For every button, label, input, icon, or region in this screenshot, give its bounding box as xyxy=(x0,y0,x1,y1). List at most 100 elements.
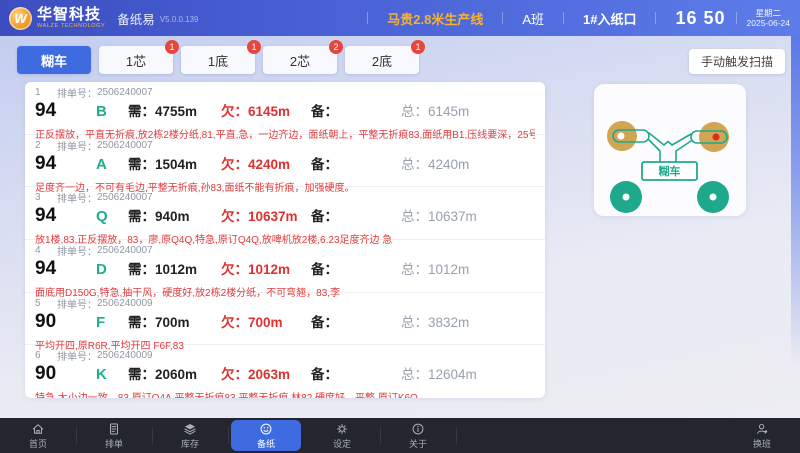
need-value: 940m xyxy=(155,209,190,224)
row-index: 3 xyxy=(35,192,57,203)
header-divider xyxy=(736,12,737,24)
station-tab[interactable]: 1芯 1 xyxy=(99,46,173,74)
need-value: 1504m xyxy=(155,157,197,172)
need-cell: 需：2060m xyxy=(128,363,221,383)
brand: W 华智科技 WALZE TECHNOLOGY 备纸易 V5.0.0.139 xyxy=(0,7,199,30)
roll-core-right-icon xyxy=(713,134,720,141)
header-divider xyxy=(563,12,564,24)
document-icon xyxy=(107,422,121,436)
station-tab[interactable]: 1底 1 xyxy=(181,46,255,74)
station-tab[interactable]: 2底 1 xyxy=(345,46,419,74)
date: 2025-06-24 xyxy=(747,18,790,28)
paper-path-upper xyxy=(649,133,691,145)
order-row[interactable]: 6 排单号： 2506240009 90 K 需：2060m 欠：2063m 备… xyxy=(25,345,545,398)
tab-badge: 1 xyxy=(411,40,425,54)
station-tab[interactable]: 2芯 2 xyxy=(263,46,337,74)
roll-core-left-icon xyxy=(618,133,625,140)
total-cell: 总：3832m xyxy=(401,311,469,331)
header-status: 马贵2.8米生产线 A班 1#入纸口 16 50 星期二 2025-06-24 xyxy=(348,8,800,29)
order-no-value: 2506240009 xyxy=(97,298,153,309)
order-no-label: 排单号： xyxy=(57,85,97,100)
app-screen: W 华智科技 WALZE TECHNOLOGY 备纸易 V5.0.0.139 马… xyxy=(0,0,800,453)
paper-grade: D xyxy=(96,261,128,278)
owe-cell: 欠：2063m xyxy=(221,363,311,383)
brand-name: 华智科技 xyxy=(37,7,105,22)
tab-badge: 2 xyxy=(329,40,343,54)
order-row[interactable]: 3 排单号： 2506240007 94 Q 需：940m 欠：10637m 备… xyxy=(25,187,545,240)
station-tab[interactable]: 糊车 xyxy=(17,46,91,74)
gluer-diagram: 糊车 xyxy=(594,84,746,216)
nav-paper-prep[interactable]: 备纸 xyxy=(231,420,301,451)
paper-path-lower-right xyxy=(676,141,691,162)
owe-value: 700m xyxy=(248,315,283,330)
total-cell: 总：10637m xyxy=(401,205,477,225)
tab-label: 1底 xyxy=(208,51,228,70)
prepared-cell: 备： xyxy=(311,363,401,383)
app-version: V5.0.0.139 xyxy=(160,15,199,24)
total-cell: 总：4240m xyxy=(401,153,469,173)
order-no-label: 排单号： xyxy=(57,348,97,363)
paper-grade: K xyxy=(96,366,128,383)
order-no-label: 排单号： xyxy=(57,296,97,311)
station-tabs: 糊车 1芯 1 1底 1 2芯 2 2底 1 xyxy=(17,46,427,74)
tab-badge: 1 xyxy=(165,40,179,54)
row-index: 1 xyxy=(35,87,57,98)
layers-icon xyxy=(183,422,197,436)
row-index: 6 xyxy=(35,350,57,361)
nav-about[interactable]: 关于 xyxy=(380,418,456,453)
nav-home[interactable]: 首页 xyxy=(0,418,76,453)
paper-face-icon xyxy=(259,422,273,436)
date-block: 星期二 2025-06-24 xyxy=(747,8,790,28)
owe-value: 4240m xyxy=(248,157,290,172)
need-cell: 需：940m xyxy=(128,205,221,225)
header-divider xyxy=(502,12,503,24)
order-no-value: 2506240007 xyxy=(97,192,153,203)
nav-settings[interactable]: 设定 xyxy=(304,418,380,453)
need-cell: 需：4755m xyxy=(128,100,221,120)
info-icon xyxy=(411,422,425,436)
paper-width: 94 xyxy=(35,205,96,227)
paper-path-lower-left xyxy=(649,140,660,162)
app-title: 备纸易 xyxy=(117,9,155,28)
total-value: 4240m xyxy=(428,157,469,172)
nav-shift-switch[interactable]: 换班 xyxy=(724,418,800,453)
tab-badge: 1 xyxy=(247,40,261,54)
order-no-label: 排单号： xyxy=(57,190,97,205)
owe-value: 2063m xyxy=(248,367,290,382)
owe-cell: 欠：700m xyxy=(221,311,311,331)
order-row[interactable]: 5 排单号： 2506240009 90 F 需：700m 欠：700m 备： … xyxy=(25,293,545,346)
paper-width: 90 xyxy=(35,363,96,385)
header-divider xyxy=(655,12,656,24)
paper-grade: F xyxy=(96,314,128,331)
total-value: 1012m xyxy=(428,262,469,277)
paper-grade: B xyxy=(96,103,128,120)
tab-label: 2芯 xyxy=(290,51,310,70)
production-line-label: 马贵2.8米生产线 xyxy=(387,9,483,28)
orders-list: 1 排单号： 2506240007 94 B 需：4755m 欠：6145m 备… xyxy=(25,82,545,398)
owe-value: 10637m xyxy=(248,209,298,224)
manual-scan-button[interactable]: 手动触发扫描 xyxy=(689,49,785,74)
order-row[interactable]: 2 排单号： 2506240007 94 A 需：1504m 欠：4240m 备… xyxy=(25,135,545,188)
order-row[interactable]: 4 排单号： 2506240007 94 D 需：1012m 欠：1012m 备… xyxy=(25,240,545,293)
user-switch-icon xyxy=(755,422,769,436)
nav-orders[interactable]: 排单 xyxy=(76,418,152,453)
prepared-cell: 备： xyxy=(311,153,401,173)
nav-inventory[interactable]: 库存 xyxy=(152,418,228,453)
need-cell: 需：1012m xyxy=(128,258,221,278)
paper-width: 90 xyxy=(35,311,96,333)
need-value: 700m xyxy=(155,315,190,330)
owe-cell: 欠：10637m xyxy=(221,205,311,225)
total-cell: 总：6145m xyxy=(401,100,469,120)
stack-core-left-icon xyxy=(623,194,630,201)
row-index: 5 xyxy=(35,298,57,309)
prepared-cell: 备： xyxy=(311,205,401,225)
total-value: 6145m xyxy=(428,104,469,119)
paper-width: 94 xyxy=(35,100,96,122)
need-cell: 需：1504m xyxy=(128,153,221,173)
paper-grade: Q xyxy=(96,208,128,225)
owe-value: 1012m xyxy=(248,262,290,277)
row-index: 4 xyxy=(35,245,57,256)
need-value: 4755m xyxy=(155,104,197,119)
total-value: 10637m xyxy=(428,209,477,224)
order-row[interactable]: 1 排单号： 2506240007 94 B 需：4755m 欠：6145m 备… xyxy=(25,82,545,135)
